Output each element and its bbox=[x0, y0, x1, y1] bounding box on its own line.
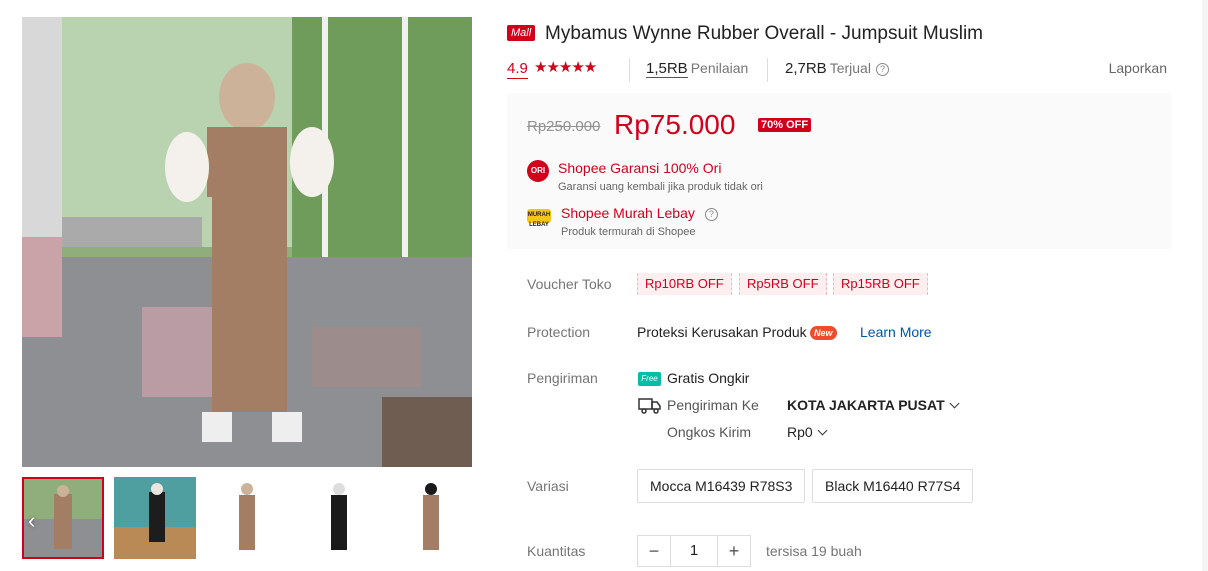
discount-badge: 70% OFF bbox=[758, 118, 812, 132]
product-title: Mybamus Wynne Rubber Overall - Jumpsuit … bbox=[545, 23, 984, 44]
perk-title-text: Shopee Murah Lebay bbox=[561, 205, 695, 221]
protection-text: Proteksi Kerusakan Produk bbox=[637, 324, 807, 340]
rating-value[interactable]: 4.9 bbox=[507, 60, 528, 79]
voucher-label: Voucher Toko bbox=[527, 276, 612, 292]
main-product-image[interactable] bbox=[22, 17, 472, 467]
voucher-chip[interactable]: Rp15RB OFF bbox=[833, 273, 928, 295]
increase-button[interactable]: + bbox=[718, 536, 750, 566]
shipping-destination-value: KOTA JAKARTA PUSAT bbox=[787, 397, 945, 413]
variation-option-black[interactable]: Black M16440 R77S4 bbox=[812, 469, 974, 503]
thumbnail-3[interactable] bbox=[206, 477, 288, 559]
report-link[interactable]: Laporkan bbox=[1109, 60, 1167, 76]
shipping-to-label: Pengiriman Ke bbox=[667, 397, 759, 413]
murah-lebay-icon: MURAH LEBAY bbox=[527, 209, 551, 228]
perk-title: Shopee Garansi 100% Ori bbox=[558, 160, 722, 176]
decrease-button[interactable]: − bbox=[638, 536, 670, 566]
current-price: Rp75.000 bbox=[614, 109, 736, 140]
rating-row: 4.9 ★★★★★ 1,5RB Penilaian 2,7RB Terjual? L… bbox=[507, 58, 1167, 82]
help-icon[interactable]: ? bbox=[875, 63, 889, 76]
shipping-cost-label: Ongkos Kirim bbox=[667, 424, 752, 440]
quantity-stepper: − 1 + bbox=[637, 535, 751, 567]
ori-icon: ORI bbox=[527, 160, 549, 182]
perk-title: Shopee Murah Lebay? bbox=[561, 205, 718, 221]
reviews-link[interactable]: 1,5RB Penilaian bbox=[646, 60, 749, 78]
shipping-cost-value: Rp0 bbox=[787, 424, 813, 440]
free-shipping-icon: Free bbox=[638, 372, 661, 386]
original-price: Rp250.000 bbox=[527, 118, 601, 135]
thumbnail-1[interactable]: ‹ bbox=[22, 477, 104, 559]
voucher-chip[interactable]: Rp5RB OFF bbox=[739, 273, 827, 295]
price-box: Rp250.000 Rp75.000 70% OFF ORI Shopee Ga… bbox=[507, 93, 1171, 249]
star-rating-icon: ★★★★★ bbox=[534, 59, 597, 76]
variation-label: Variasi bbox=[527, 478, 569, 494]
thumbnail-strip: ‹ bbox=[22, 477, 472, 559]
perk-subtitle: Garansi uang kembali jika produk tidak o… bbox=[558, 181, 763, 193]
reviews-count: 1,5RB bbox=[646, 60, 688, 78]
thumbnail-prev-icon[interactable]: ‹ bbox=[28, 509, 48, 533]
new-badge: New bbox=[810, 326, 837, 340]
sold-info: 2,7RB Terjual? bbox=[785, 60, 889, 77]
chevron-down-icon bbox=[949, 398, 960, 409]
help-icon[interactable]: ? bbox=[704, 208, 718, 221]
stock-text: tersisa 19 buah bbox=[766, 543, 862, 559]
learn-more-link[interactable]: Learn More bbox=[860, 324, 932, 340]
thumbnail-5[interactable] bbox=[390, 477, 472, 559]
sold-count: 2,7RB bbox=[785, 60, 827, 77]
voucher-chip[interactable]: Rp10RB OFF bbox=[637, 273, 732, 295]
shipping-destination-select[interactable]: KOTA JAKARTA PUSAT bbox=[787, 397, 960, 413]
thumbnail-4[interactable] bbox=[298, 477, 380, 559]
variation-option-mocca[interactable]: Mocca M16439 R78S3 bbox=[637, 469, 806, 503]
shipping-label: Pengiriman bbox=[527, 370, 598, 386]
sold-label: Terjual bbox=[829, 60, 871, 76]
divider bbox=[629, 58, 630, 82]
mall-badge: Mall bbox=[507, 25, 536, 41]
quantity-input[interactable]: 1 bbox=[670, 536, 718, 566]
truck-icon bbox=[638, 397, 662, 415]
free-shipping-text: Gratis Ongkir bbox=[667, 370, 750, 386]
chevron-down-icon bbox=[817, 425, 828, 436]
product-card: ‹ Mall Mybamus Wynne Rubber Overall - Ju… bbox=[0, 0, 1202, 571]
perk-subtitle: Produk termurah di Shopee bbox=[561, 226, 696, 238]
shipping-cost-select[interactable]: Rp0 bbox=[787, 424, 828, 440]
quantity-label: Kuantitas bbox=[527, 543, 586, 559]
protection-label: Protection bbox=[527, 324, 591, 340]
divider bbox=[767, 58, 768, 82]
reviews-label: Penilaian bbox=[690, 60, 749, 76]
thumbnail-2[interactable] bbox=[114, 477, 196, 559]
